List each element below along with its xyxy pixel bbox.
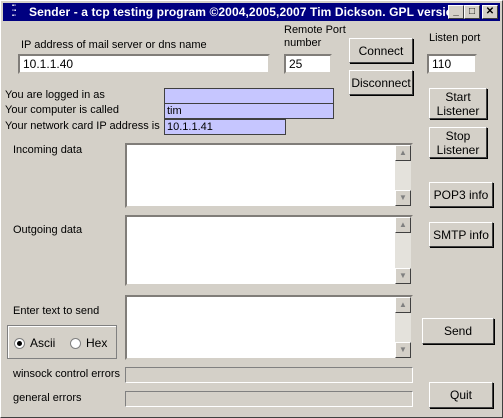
scroll-down-icon[interactable]: ▼ bbox=[395, 268, 411, 284]
listen-port-input[interactable]: 110 bbox=[427, 54, 477, 74]
remote-port-input[interactable]: 25 bbox=[284, 54, 332, 74]
smtp-info-button[interactable]: SMTP info bbox=[429, 222, 493, 247]
stop-listener-line1: Stop bbox=[445, 128, 471, 143]
computer-name-value: tim bbox=[164, 103, 334, 119]
minimize-button[interactable]: _ bbox=[448, 5, 464, 19]
outgoing-scrollbar[interactable]: ▲ ▼ bbox=[395, 217, 411, 284]
remote-port-label-line2: number bbox=[284, 37, 322, 49]
connect-button-label: Connect bbox=[358, 43, 404, 58]
send-text-label: Enter text to send bbox=[13, 305, 100, 317]
ascii-radio-label: Ascii bbox=[30, 336, 56, 350]
maximize-button[interactable]: □ bbox=[464, 5, 480, 19]
remote-port-label-line1: Remote Port bbox=[284, 24, 346, 36]
general-errors-field bbox=[125, 391, 413, 407]
logged-in-label: You are logged in as bbox=[5, 89, 105, 101]
card-ip-value: 10.1.1.41 bbox=[164, 119, 286, 135]
radio-unselected-icon bbox=[70, 337, 81, 349]
winsock-errors-field bbox=[125, 367, 413, 383]
logged-in-value bbox=[164, 88, 334, 104]
start-listener-button[interactable]: Start Listener bbox=[429, 88, 487, 119]
stop-listener-button[interactable]: Stop Listener bbox=[429, 127, 487, 158]
computer-name-label: Your computer is called bbox=[5, 104, 119, 116]
connect-button[interactable]: Connect bbox=[349, 38, 413, 63]
send-button[interactable]: Send bbox=[422, 318, 494, 344]
scroll-up-icon[interactable]: ▲ bbox=[395, 145, 411, 161]
remote-port-label: Remote Port number bbox=[284, 24, 346, 50]
hex-radio[interactable]: Hex bbox=[70, 336, 107, 350]
general-errors-label: general errors bbox=[13, 392, 82, 404]
send-button-label: Send bbox=[443, 324, 473, 338]
app-icon[interactable]: ▪▫ ▫▪ ▪▫ bbox=[5, 3, 23, 20]
scroll-down-icon[interactable]: ▼ bbox=[395, 342, 411, 358]
card-ip-label: Your network card IP address is bbox=[5, 120, 160, 132]
outgoing-data-label: Outgoing data bbox=[13, 224, 83, 236]
incoming-data-label: Incoming data bbox=[13, 144, 83, 156]
stop-listener-line2: Listener bbox=[436, 142, 480, 157]
ip-address-label: IP address of mail server or dns name bbox=[21, 39, 207, 51]
radio-dot-icon bbox=[17, 340, 22, 346]
listen-port-label: Listen port bbox=[429, 32, 481, 44]
hex-radio-label: Hex bbox=[86, 336, 108, 350]
radio-selected-icon bbox=[14, 337, 25, 349]
incoming-scrollbar[interactable]: ▲ ▼ bbox=[395, 145, 411, 206]
ip-address-input[interactable]: 10.1.1.40 bbox=[18, 54, 270, 74]
main-window: ▪▫ ▫▪ ▪▫ Sender - a tcp testing program ©2… bbox=[0, 0, 503, 418]
incoming-data-textarea[interactable]: ▲ ▼ bbox=[125, 143, 413, 208]
title-bar[interactable]: ▪▫ ▫▪ ▪▫ Sender - a tcp testing program ©2… bbox=[3, 3, 500, 21]
encoding-group: Ascii Hex bbox=[7, 325, 117, 359]
pop3-info-label: POP3 info bbox=[433, 187, 489, 202]
quit-button[interactable]: Quit bbox=[429, 382, 493, 408]
scroll-down-icon[interactable]: ▼ bbox=[395, 190, 411, 206]
send-text-scrollbar[interactable]: ▲ ▼ bbox=[395, 297, 411, 358]
scroll-up-icon[interactable]: ▲ bbox=[395, 217, 411, 233]
quit-button-label: Quit bbox=[449, 388, 472, 402]
winsock-errors-label: winsock control errors bbox=[13, 368, 120, 380]
send-text-textarea[interactable]: ▲ ▼ bbox=[125, 295, 413, 360]
start-listener-line1: Start bbox=[445, 89, 471, 104]
pop3-info-button[interactable]: POP3 info bbox=[429, 182, 493, 207]
smtp-info-label: SMTP info bbox=[433, 227, 489, 242]
ascii-radio[interactable]: Ascii bbox=[14, 336, 55, 350]
close-button[interactable]: ✕ bbox=[482, 5, 498, 19]
start-listener-line2: Listener bbox=[436, 103, 480, 118]
disconnect-button[interactable]: Disconnect bbox=[349, 70, 413, 95]
outgoing-data-textarea[interactable]: ▲ ▼ bbox=[125, 215, 413, 286]
window-title: Sender - a tcp testing program ©2004,200… bbox=[29, 5, 461, 19]
disconnect-button-label: Disconnect bbox=[351, 75, 411, 90]
scroll-up-icon[interactable]: ▲ bbox=[395, 297, 411, 313]
